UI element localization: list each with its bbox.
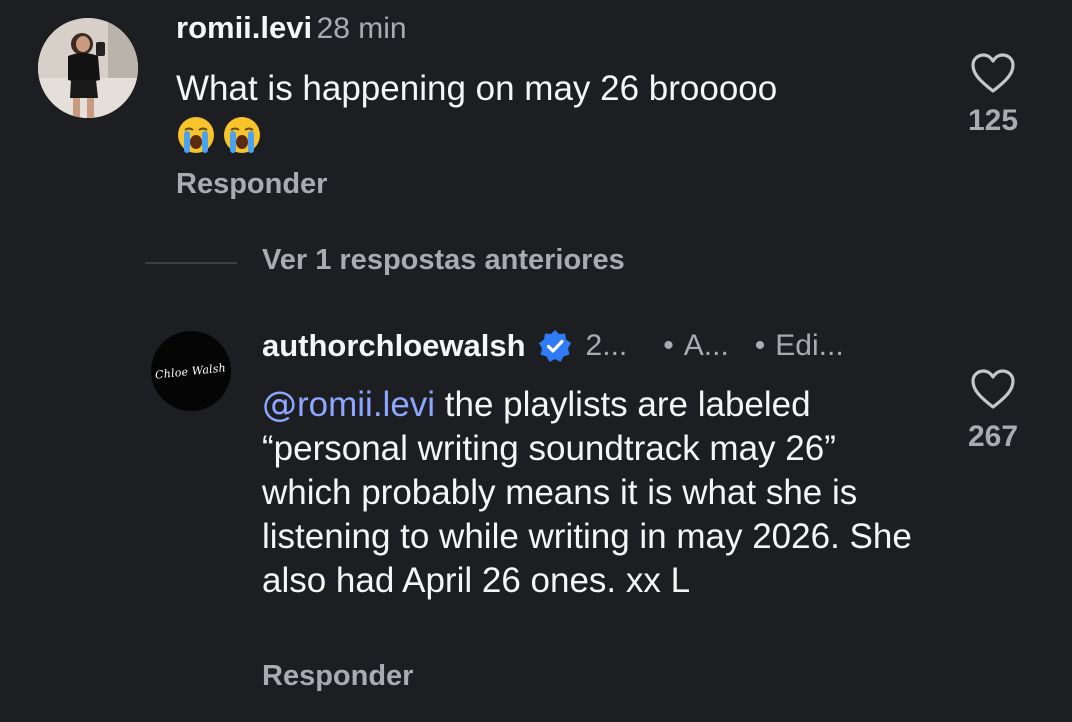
comment-username[interactable]: romii.levi: [176, 10, 312, 45]
reply-body: @romii.levi the playlists are labeled “p…: [262, 383, 922, 603]
meta-separator: •: [754, 329, 766, 362]
reply-header: authorchloewalsh 2... • A... • Edi...: [262, 328, 844, 364]
like-control: 125: [953, 52, 1033, 138]
avatar-signature: Chloe Walsh: [154, 360, 227, 382]
meta-separator: •: [663, 329, 674, 362]
thread-divider: [145, 262, 237, 264]
comments-thread: romii.levi 28 min What is happening on m…: [0, 0, 1072, 722]
like-count: 125: [967, 104, 1019, 137]
like-count: 267: [967, 420, 1019, 453]
like-control: 267: [953, 368, 1033, 454]
reply-author-tag: A...: [683, 329, 729, 362]
mention-username: romii.levi: [297, 385, 436, 424]
avatar[interactable]: [38, 18, 138, 118]
reply-edited-tag: Edi...: [775, 329, 844, 362]
view-previous-replies-link[interactable]: Ver 1 respostas anteriores: [262, 244, 625, 277]
verified-badge-icon: [538, 330, 571, 362]
emoji-row: [176, 115, 916, 155]
comment-time: 28 min: [316, 12, 407, 45]
heart-icon[interactable]: [970, 52, 1016, 94]
comment-header: romii.levi 28 min: [176, 10, 407, 46]
reply-button[interactable]: Responder: [262, 660, 413, 693]
reply-time: 2...: [585, 329, 628, 362]
mention-link[interactable]: @romii.levi: [262, 385, 436, 425]
loudly-crying-face-icon: [224, 117, 260, 153]
heart-icon[interactable]: [970, 368, 1016, 410]
comment-text: What is happening on may 26 brooooo: [176, 69, 778, 108]
threads-at-icon: @: [262, 385, 297, 425]
avatar-photo: [38, 18, 138, 118]
reply-username[interactable]: authorchloewalsh: [262, 328, 526, 364]
comment-body: What is happening on may 26 brooooo: [176, 66, 916, 155]
avatar[interactable]: Chloe Walsh: [151, 331, 231, 411]
loudly-crying-face-icon: [178, 117, 214, 153]
reply-button[interactable]: Responder: [176, 168, 327, 201]
